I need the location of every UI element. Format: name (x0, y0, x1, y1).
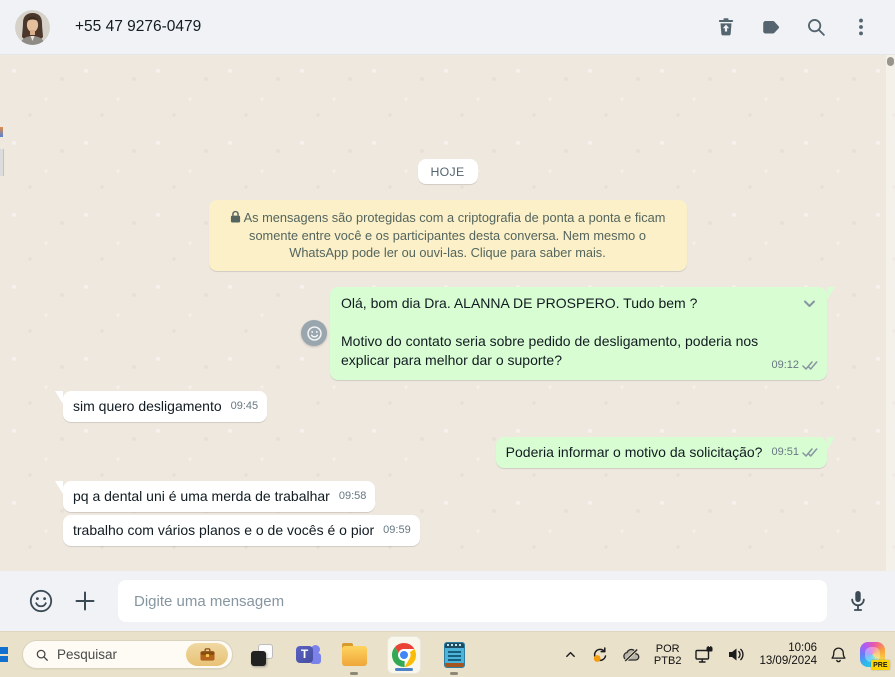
contact-avatar[interactable] (15, 9, 50, 45)
copilot-button[interactable]: PRE (860, 642, 890, 670)
voice-record-button[interactable] (843, 586, 873, 616)
language-line2: PTB2 (653, 654, 682, 667)
clock-time: 10:06 (788, 641, 817, 654)
system-tray: POR PTB2 10:06 13/09/2024 PRE (564, 642, 895, 670)
windows-taskbar: T (0, 631, 895, 677)
message-bubble-outgoing[interactable]: Olá, bom dia Dra. ALANNA DE PROSPERO. Tu… (330, 287, 827, 380)
chat-header: +55 47 9276-0479 (0, 0, 895, 55)
desktop-screen: +55 47 9276-0479 HOJE As mensagens são p… (0, 0, 895, 677)
app-icon-file-explorer[interactable] (341, 642, 367, 668)
message-bubble-outgoing[interactable]: Poderia informar o motivo da solicitação… (495, 437, 827, 468)
message-time: 09:51 (771, 446, 799, 458)
message-text: pq a dental uni é uma merda de trabalhar (73, 488, 330, 504)
menu-button[interactable] (849, 15, 873, 39)
message-time: 09:45 (230, 400, 259, 412)
background-window-sliver (0, 149, 4, 176)
label-button[interactable] (759, 15, 783, 39)
app-icon-notepad[interactable] (441, 641, 467, 668)
message-text: sim quero desligamento (73, 398, 222, 414)
message-bubble-incoming[interactable]: pq a dental uni é uma merda de trabalhar… (63, 481, 376, 512)
chat-scrollbar-thumb[interactable] (887, 57, 894, 66)
language-indicator[interactable]: POR PTB2 (654, 643, 682, 667)
message-bubble-incoming[interactable]: sim quero desligamento 09:45 (63, 391, 268, 422)
language-line1: POR (655, 642, 680, 655)
message-options-chevron-icon[interactable] (800, 294, 819, 318)
lock-icon (230, 210, 240, 223)
smiley-icon (306, 325, 322, 341)
app-icon-teams[interactable]: T (295, 642, 321, 668)
message-time: 09:12 (771, 359, 799, 371)
message-input[interactable] (118, 580, 827, 622)
notifications-button[interactable] (830, 646, 847, 664)
search-icon (808, 19, 825, 36)
message-text: trabalho com vários planos e o de vocês … (73, 522, 375, 538)
message-meta: 09:51 (771, 443, 818, 462)
clock-date: 13/09/2024 (759, 654, 817, 667)
label-tag-icon (763, 21, 780, 34)
chevron-up-icon (566, 651, 575, 658)
search-icon (36, 649, 48, 661)
date-badge: HOJE (417, 159, 478, 184)
speaker-icon (729, 648, 745, 661)
cloud-slash-icon (623, 647, 640, 662)
background-window-sliver (0, 127, 3, 137)
message-time: 09:58 (338, 490, 367, 502)
ethernet-monitor-icon (695, 645, 713, 663)
message-time: 09:59 (383, 524, 411, 536)
message-meta: 09:12 (771, 356, 818, 375)
tray-cloud-paused-button[interactable] (622, 647, 641, 663)
contact-phone-title[interactable]: +55 47 9276-0479 (75, 18, 201, 36)
tray-sync-button[interactable] (590, 645, 609, 664)
attach-button[interactable] (70, 586, 100, 616)
message-bubble-incoming[interactable]: trabalho com vários planos e o de vocês … (63, 515, 420, 546)
app-icon-chrome-active[interactable] (387, 635, 421, 674)
volume-button[interactable] (727, 646, 746, 663)
chat-scrollbar-track (886, 55, 895, 571)
emoji-smiley-icon (29, 589, 53, 613)
start-button-partial[interactable] (0, 647, 8, 662)
encryption-notice-banner[interactable]: As mensagens são protegidas com a cripto… (208, 200, 687, 271)
chrome-icon (391, 642, 417, 667)
message-text: Olá, bom dia Dra. ALANNA DE PROSPERO. Tu… (341, 295, 759, 368)
kebab-menu-icon (859, 18, 863, 36)
taskbar-clock[interactable]: 10:06 13/09/2024 (759, 642, 817, 668)
tray-chevron-button[interactable] (564, 648, 577, 661)
search-highlight-badge[interactable] (186, 643, 228, 666)
trash-up-arrow-icon (718, 18, 734, 36)
delete-chat-button[interactable] (714, 15, 738, 39)
taskbar-search[interactable] (22, 640, 233, 669)
microphone-icon (851, 591, 865, 611)
network-status-button[interactable] (694, 645, 714, 664)
emoji-picker-button[interactable] (26, 586, 56, 616)
copilot-pre-badge: PRE (870, 660, 890, 670)
taskbar-apps: T (249, 632, 467, 677)
encryption-notice-text: As mensagens são protegidas com a cripto… (243, 210, 666, 261)
message-text: Poderia informar o motivo da solicitação… (505, 444, 763, 460)
app-icon-desktop-preview[interactable] (249, 642, 275, 668)
message-composer (0, 571, 895, 631)
sync-arrows-icon (593, 647, 607, 662)
header-actions (714, 15, 873, 39)
avatar-portrait (15, 9, 50, 45)
bell-icon (831, 646, 846, 662)
chat-message-area: HOJE As mensagens são protegidas com a c… (0, 55, 895, 571)
briefcase-icon (199, 648, 215, 661)
plus-icon (75, 591, 95, 611)
taskbar-search-input[interactable] (57, 647, 186, 662)
search-button[interactable] (804, 15, 828, 39)
double-check-icon (802, 447, 818, 458)
double-check-icon (802, 360, 818, 371)
emoji-react-button[interactable] (301, 320, 327, 346)
